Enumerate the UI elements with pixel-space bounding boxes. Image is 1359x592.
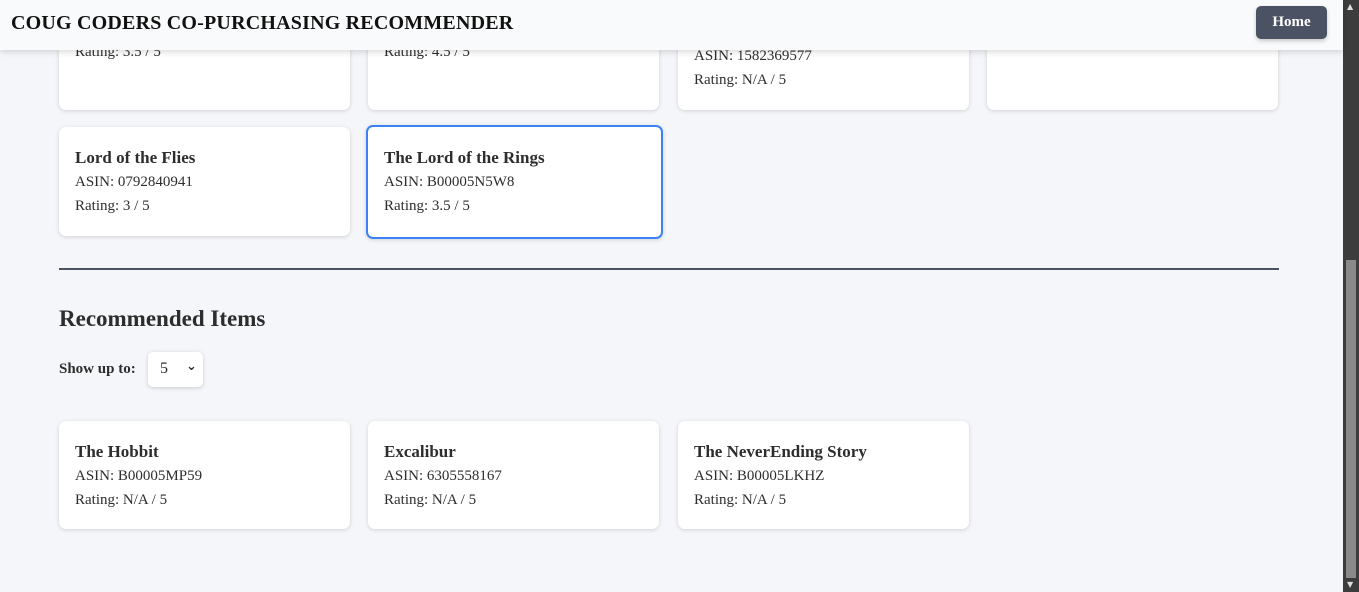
item-rating: Rating: 3.5 / 5: [384, 198, 470, 214]
home-button[interactable]: Home: [1256, 6, 1327, 39]
item-rating: Rating: N/A / 5: [384, 492, 477, 508]
item-asin: ASIN: B00005N5W8: [384, 174, 515, 190]
item-title: The NeverEnding Story: [694, 442, 867, 461]
item-asin: ASIN: 1582369577: [694, 48, 812, 64]
app-title: COUG CODERS CO-PURCHASING RECOMMENDER: [11, 12, 514, 34]
item-asin: ASIN: 6305558167: [384, 468, 502, 484]
recommended-heading: Recommended Items: [59, 306, 266, 331]
recommended-card[interactable]: The Hobbit ASIN: B00005MP59 Rating: N/A …: [59, 421, 350, 529]
chevron-down-icon: ⌄: [186, 359, 197, 374]
item-rating: Rating: N/A / 5: [694, 492, 787, 508]
item-card-selected[interactable]: The Lord of the Rings ASIN: B00005N5W8 R…: [366, 125, 663, 239]
scroll-down-arrow-icon[interactable]: ▼: [1347, 580, 1353, 589]
item-asin: ASIN: 0792840941: [75, 174, 193, 190]
item-title: Excalibur: [384, 442, 456, 461]
item-rating: Rating: 3 / 5: [75, 198, 150, 214]
item-title: Lord of the Flies: [75, 148, 196, 167]
item-rating: Rating: N/A / 5: [694, 72, 787, 88]
recommended-card[interactable]: Excalibur ASIN: 6305558167 Rating: N/A /…: [368, 421, 659, 529]
item-asin: ASIN: B00005LKHZ: [694, 468, 825, 484]
app-header: COUG CODERS CO-PURCHASING RECOMMENDER Ho…: [0, 0, 1343, 50]
item-card[interactable]: Lord of the Flies ASIN: 0792840941 Ratin…: [59, 127, 350, 236]
scrollbar[interactable]: ▲ ▼: [1343, 0, 1359, 592]
divider: [59, 268, 1279, 270]
show-up-to-select[interactable]: 5 ⌄: [148, 352, 203, 387]
item-title: The Lord of the Rings: [384, 148, 545, 167]
recommended-card[interactable]: The NeverEnding Story ASIN: B00005LKHZ R…: [678, 421, 969, 529]
scroll-up-arrow-icon[interactable]: ▲: [1347, 2, 1353, 11]
scrollbar-thumb[interactable]: [1346, 260, 1356, 578]
show-up-to-label: Show up to:: [59, 361, 136, 377]
item-asin: ASIN: B00005MP59: [75, 468, 203, 484]
item-rating: Rating: N/A / 5: [75, 492, 168, 508]
item-title: The Hobbit: [75, 442, 159, 461]
select-value: 5: [160, 360, 168, 377]
